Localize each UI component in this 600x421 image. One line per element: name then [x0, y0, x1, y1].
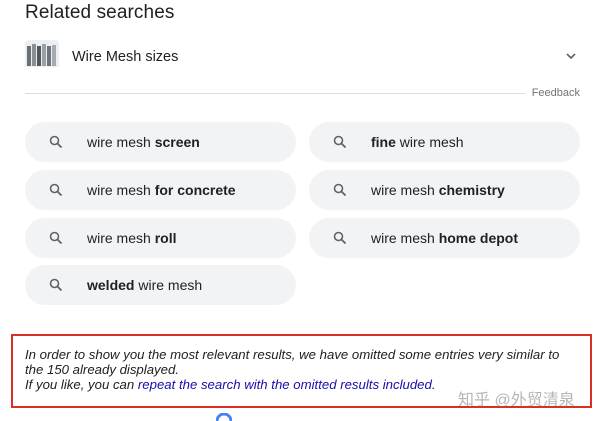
search-icon [49, 183, 63, 197]
search-icon [49, 278, 63, 292]
related-search-chip[interactable]: wire mesh for concrete [25, 170, 296, 210]
search-icon [49, 135, 63, 149]
search-icon [333, 231, 347, 245]
chip-label: welded wire mesh [87, 277, 203, 293]
repeat-search-link[interactable]: repeat the search with the omitted resul… [138, 377, 432, 392]
related-search-chip[interactable]: wire mesh home depot [309, 218, 580, 258]
related-searches-heading: Related searches [25, 2, 175, 23]
watermark: 知乎 @外贸清泉 [458, 392, 575, 409]
related-search-chip[interactable]: wire mesh chemistry [309, 170, 580, 210]
pagination-logo-fragment [216, 413, 232, 421]
chip-label: wire mesh roll [87, 230, 177, 246]
related-search-chip[interactable]: wire mesh screen [25, 122, 296, 162]
chip-label: wire mesh chemistry [371, 182, 505, 198]
divider [25, 93, 525, 94]
related-search-chip[interactable]: wire mesh roll [25, 218, 296, 258]
search-icon [333, 183, 347, 197]
search-icon [333, 135, 347, 149]
accordion-wire-mesh-sizes[interactable]: Wire Mesh sizes [25, 35, 580, 79]
related-search-chip[interactable]: welded wire mesh [25, 265, 296, 305]
accordion-label: Wire Mesh sizes [72, 49, 179, 65]
chip-label: wire mesh for concrete [87, 182, 236, 198]
chip-label: wire mesh home depot [371, 230, 519, 246]
chip-label: wire mesh screen [87, 134, 200, 150]
feedback-link[interactable]: Feedback [532, 87, 580, 99]
chip-label: fine wire mesh [371, 134, 464, 150]
related-search-chip[interactable]: fine wire mesh [309, 122, 580, 162]
search-icon [49, 231, 63, 245]
chevron-down-icon[interactable] [564, 49, 578, 63]
notice-text: In order to show you the most relevant r… [25, 347, 560, 377]
wire-mesh-thumbnail [25, 40, 59, 74]
